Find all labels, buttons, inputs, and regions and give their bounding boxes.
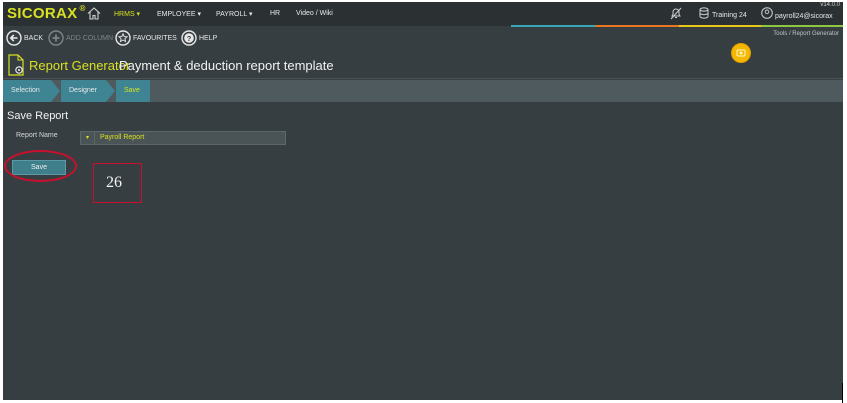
sicorax-logo[interactable]: SICORAX ® [7, 4, 86, 22]
breadcrumb-tools[interactable]: Tools / [773, 31, 790, 37]
report-name-field[interactable]: ▾ Payroll Report [80, 131, 286, 145]
highlight-oval-annotation [4, 150, 77, 182]
svg-text:?: ? [187, 34, 192, 43]
wizard-steps: Selection Designer Save [3, 80, 843, 102]
breadcrumb-report-generator[interactable]: Report Generator [792, 31, 839, 37]
home-icon[interactable] [87, 7, 101, 20]
report-document-icon [8, 54, 24, 76]
plus-circle-icon [48, 30, 64, 46]
page-title: Report Generator [29, 58, 131, 73]
nav-hr[interactable]: HR [270, 10, 280, 17]
help-icon: ? [181, 30, 197, 46]
report-name-value: Payroll Report [100, 134, 145, 141]
notification-off-icon[interactable] [670, 7, 682, 20]
step-selection[interactable]: Selection [3, 80, 51, 102]
nav-employee[interactable]: EMPLOYEE ▾ [157, 10, 201, 18]
step-designer[interactable]: Designer [61, 80, 106, 102]
step-number: 26 [106, 174, 122, 191]
add-column-button[interactable]: ADD COLUMN [48, 30, 113, 46]
favourites-label: FAVOURITES [133, 34, 177, 42]
user-icon[interactable] [761, 7, 773, 19]
nav-payroll[interactable]: PAYROLL ▾ [216, 10, 252, 18]
star-icon [115, 30, 131, 46]
report-name-dropdown-icon[interactable]: ▾ [81, 132, 95, 144]
report-name-label: Report Name [16, 132, 58, 139]
help-button[interactable]: ? HELP [181, 30, 217, 46]
logo-text: SICORAX [7, 5, 78, 22]
help-label: HELP [199, 34, 218, 42]
toolbar: BACK ADD COLUMN FAVOURITES ? HELP [3, 27, 843, 49]
training-label[interactable]: Training 24 [712, 12, 747, 19]
app-window: SICORAX ® HRMS ▾ EMPLOYEE ▾ PAYROLL ▾ HR … [3, 2, 843, 400]
step-arrow-1 [51, 80, 60, 102]
page-header: Report Generator Payment & deduction rep… [3, 52, 843, 78]
back-arrow-icon [6, 30, 22, 46]
logo-registered-mark: ® [79, 4, 86, 13]
back-button[interactable]: BACK [6, 30, 43, 46]
section-title: Save Report [7, 110, 69, 122]
step-selection-label: Selection [11, 87, 40, 94]
top-nav-bar: SICORAX ® HRMS ▾ EMPLOYEE ▾ PAYROLL ▾ HR … [3, 2, 843, 26]
step-arrow-2 [106, 80, 115, 102]
nav-hrms[interactable]: HRMS ▾ [114, 10, 140, 18]
window-edge [842, 383, 843, 403]
user-email[interactable]: payroll24@sicorax [775, 13, 833, 20]
breadcrumb: Tools / Report Generator [773, 31, 839, 37]
step-save-label: Save [124, 87, 140, 94]
header-divider [3, 78, 843, 79]
add-column-label: ADD COLUMN [66, 34, 114, 42]
favourites-button[interactable]: FAVOURITES [115, 30, 177, 46]
nav-video-wiki[interactable]: Video / Wiki [296, 10, 333, 17]
page-subtitle: Payment & deduction report template [119, 58, 334, 73]
back-label: BACK [24, 34, 44, 42]
step-designer-label: Designer [69, 87, 98, 94]
step-number-annotation: 26 [93, 163, 142, 203]
step-save[interactable]: Save [116, 80, 150, 102]
database-icon[interactable] [699, 7, 709, 19]
version-label: v14.0.0 [820, 2, 840, 8]
